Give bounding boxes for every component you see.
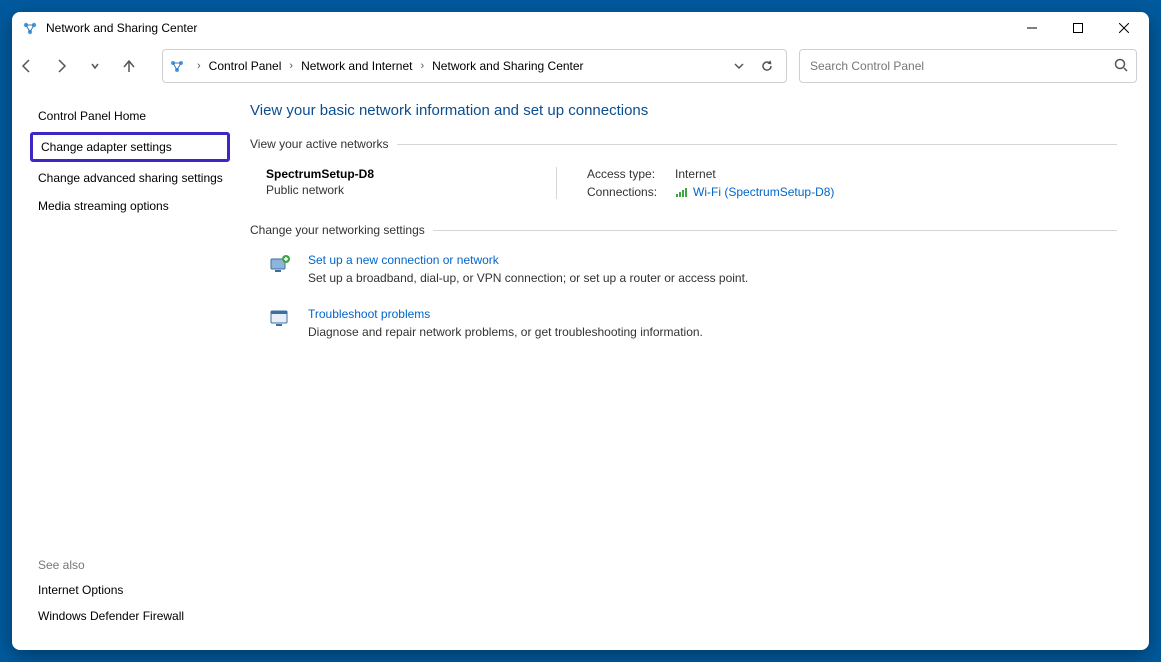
back-button[interactable] [12, 51, 42, 81]
see-also-section: See also Internet Options Windows Defend… [30, 552, 240, 636]
vertical-divider [556, 167, 557, 199]
recent-locations-button[interactable] [80, 51, 110, 81]
window-title: Network and Sharing Center [46, 21, 197, 35]
access-type-label: Access type: [587, 167, 657, 181]
sidebar-item-change-advanced-sharing[interactable]: Change advanced sharing settings [30, 166, 230, 190]
up-button[interactable] [114, 51, 144, 81]
change-settings-title: Change your networking settings [250, 223, 1125, 237]
sidebar: Control Panel Home Change adapter settin… [12, 88, 240, 650]
sidebar-item-change-adapter-settings[interactable]: Change adapter settings [30, 132, 230, 162]
breadcrumb-item[interactable]: Network and Internet [301, 59, 412, 73]
search-box[interactable] [799, 49, 1137, 83]
active-networks-title: View your active networks [250, 137, 1125, 151]
connection-link-text: Wi-Fi (SpectrumSetup-D8) [693, 185, 834, 199]
new-connection-icon [266, 253, 294, 277]
settings-item-new-connection: Set up a new connection or network Set u… [266, 253, 1125, 285]
search-icon[interactable] [1114, 58, 1128, 75]
see-also-internet-options[interactable]: Internet Options [30, 578, 230, 602]
change-settings-title-text: Change your networking settings [250, 223, 425, 237]
troubleshoot-icon [266, 307, 294, 331]
wifi-signal-icon [675, 185, 689, 199]
breadcrumb-item[interactable]: Network and Sharing Center [432, 59, 583, 73]
chevron-right-icon[interactable]: › [197, 60, 201, 72]
page-heading: View your basic network information and … [250, 102, 1125, 119]
connection-link[interactable]: Wi-Fi (SpectrumSetup-D8) [675, 185, 834, 199]
titlebar: Network and Sharing Center [12, 12, 1149, 44]
app-icon [22, 20, 38, 36]
new-connection-link[interactable]: Set up a new connection or network [308, 253, 499, 267]
connections-label: Connections: [587, 185, 657, 199]
settings-item-body: Set up a new connection or network Set u… [308, 253, 748, 285]
forward-button[interactable] [46, 51, 76, 81]
navigation-bar: › Control Panel › Network and Internet ›… [12, 44, 1149, 88]
change-settings-section: Change your networking settings [250, 223, 1125, 339]
search-input[interactable] [808, 58, 1114, 74]
see-also-title: See also [38, 558, 240, 572]
network-details: Access type: Internet Connections: [587, 167, 834, 199]
network-type: Public network [266, 183, 526, 197]
sidebar-item-control-panel-home[interactable]: Control Panel Home [30, 104, 230, 128]
divider-line [433, 230, 1117, 231]
troubleshoot-desc: Diagnose and repair network problems, or… [308, 325, 703, 339]
active-networks-section: View your active networks SpectrumSetup-… [250, 137, 1125, 199]
content-area: View your basic network information and … [240, 88, 1149, 650]
address-bar[interactable]: › Control Panel › Network and Internet ›… [162, 49, 787, 83]
network-identity: SpectrumSetup-D8 Public network [266, 167, 526, 199]
network-sharing-icon [169, 58, 185, 74]
minimize-button[interactable] [1009, 12, 1055, 44]
active-networks-title-text: View your active networks [250, 137, 389, 151]
maximize-button[interactable] [1055, 12, 1101, 44]
body: Control Panel Home Change adapter settin… [12, 88, 1149, 650]
network-name: SpectrumSetup-D8 [266, 167, 526, 181]
access-type-value: Internet [675, 167, 834, 181]
breadcrumb-item[interactable]: Control Panel [209, 59, 282, 73]
window: Network and Sharing Center [12, 12, 1149, 650]
divider-line [397, 144, 1117, 145]
refresh-button[interactable] [754, 53, 780, 79]
troubleshoot-link[interactable]: Troubleshoot problems [308, 307, 430, 321]
sidebar-item-media-streaming[interactable]: Media streaming options [30, 194, 230, 218]
settings-item-troubleshoot: Troubleshoot problems Diagnose and repai… [266, 307, 1125, 339]
network-row: SpectrumSetup-D8 Public network Access t… [250, 167, 1125, 199]
settings-list: Set up a new connection or network Set u… [250, 253, 1125, 339]
close-button[interactable] [1101, 12, 1147, 44]
chevron-right-icon[interactable]: › [289, 60, 293, 72]
new-connection-desc: Set up a broadband, dial-up, or VPN conn… [308, 271, 748, 285]
address-dropdown-button[interactable] [726, 53, 752, 79]
see-also-windows-defender-firewall[interactable]: Windows Defender Firewall [30, 604, 230, 628]
chevron-right-icon[interactable]: › [420, 60, 424, 72]
settings-item-body: Troubleshoot problems Diagnose and repai… [308, 307, 703, 339]
